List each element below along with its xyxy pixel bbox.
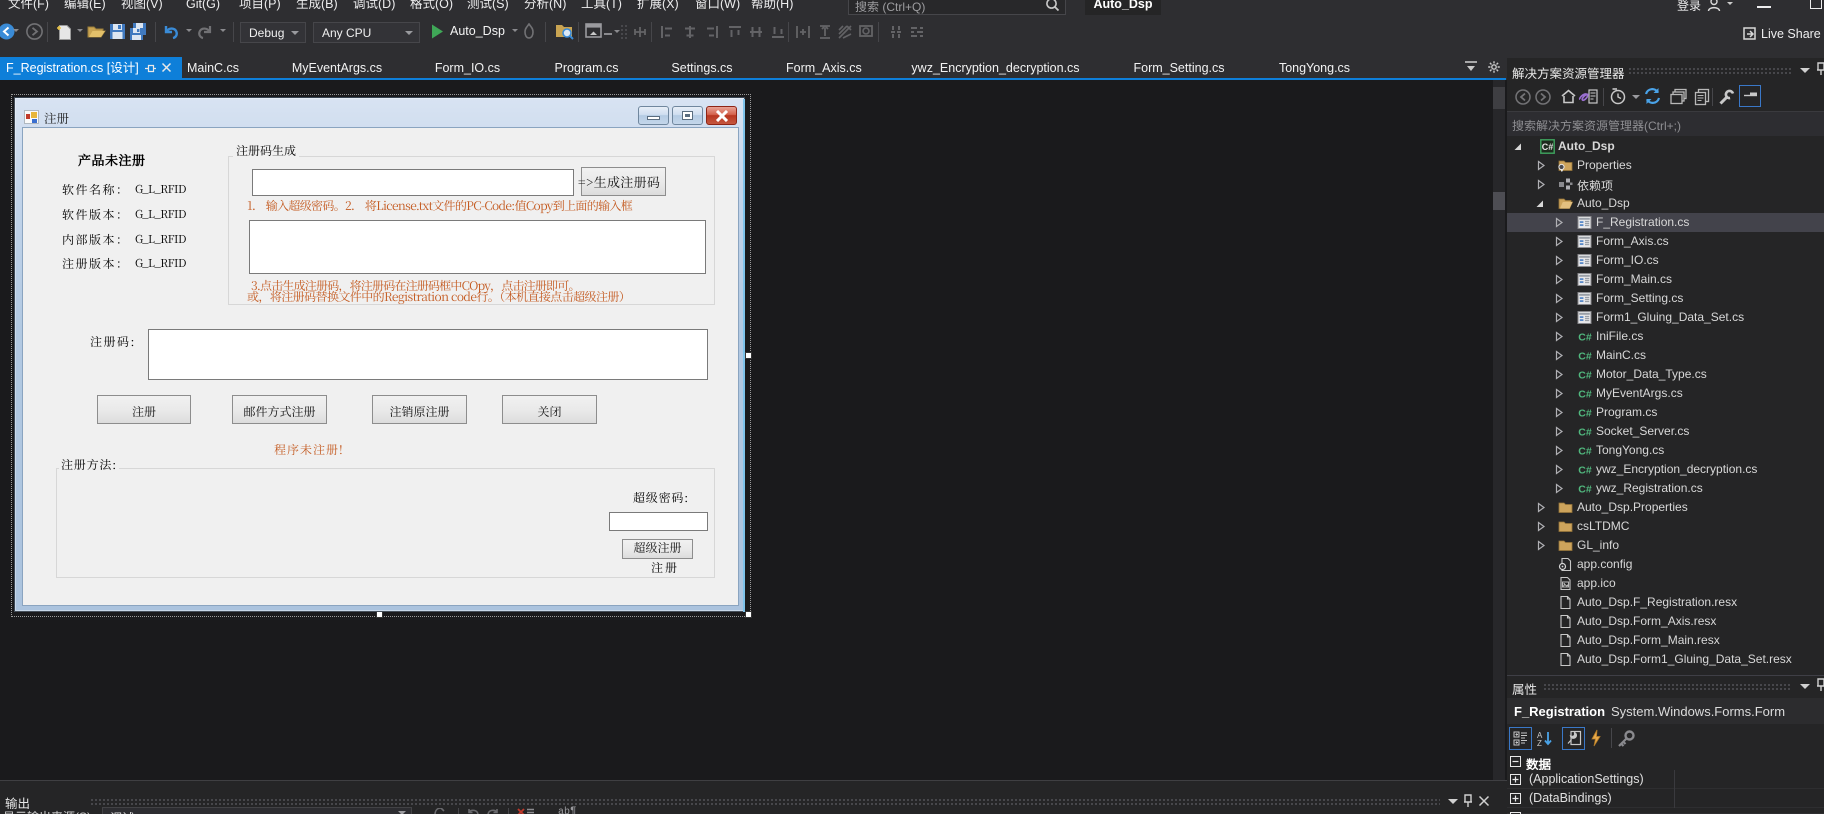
- svg-text:C#: C#: [1578, 446, 1592, 458]
- svg-text:C#: C#: [1578, 351, 1592, 363]
- svg-text:Z: Z: [1537, 739, 1542, 747]
- svg-text:C#: C#: [1578, 408, 1592, 420]
- svg-text:C#: C#: [1578, 465, 1592, 477]
- svg-text:C#: C#: [1578, 332, 1592, 344]
- svg-text:C#: C#: [1578, 370, 1592, 382]
- svg-text:C#: C#: [1542, 142, 1554, 152]
- svg-text:C#: C#: [1578, 484, 1592, 496]
- svg-text:C#: C#: [1578, 389, 1592, 401]
- svg-text:C#: C#: [1578, 427, 1592, 439]
